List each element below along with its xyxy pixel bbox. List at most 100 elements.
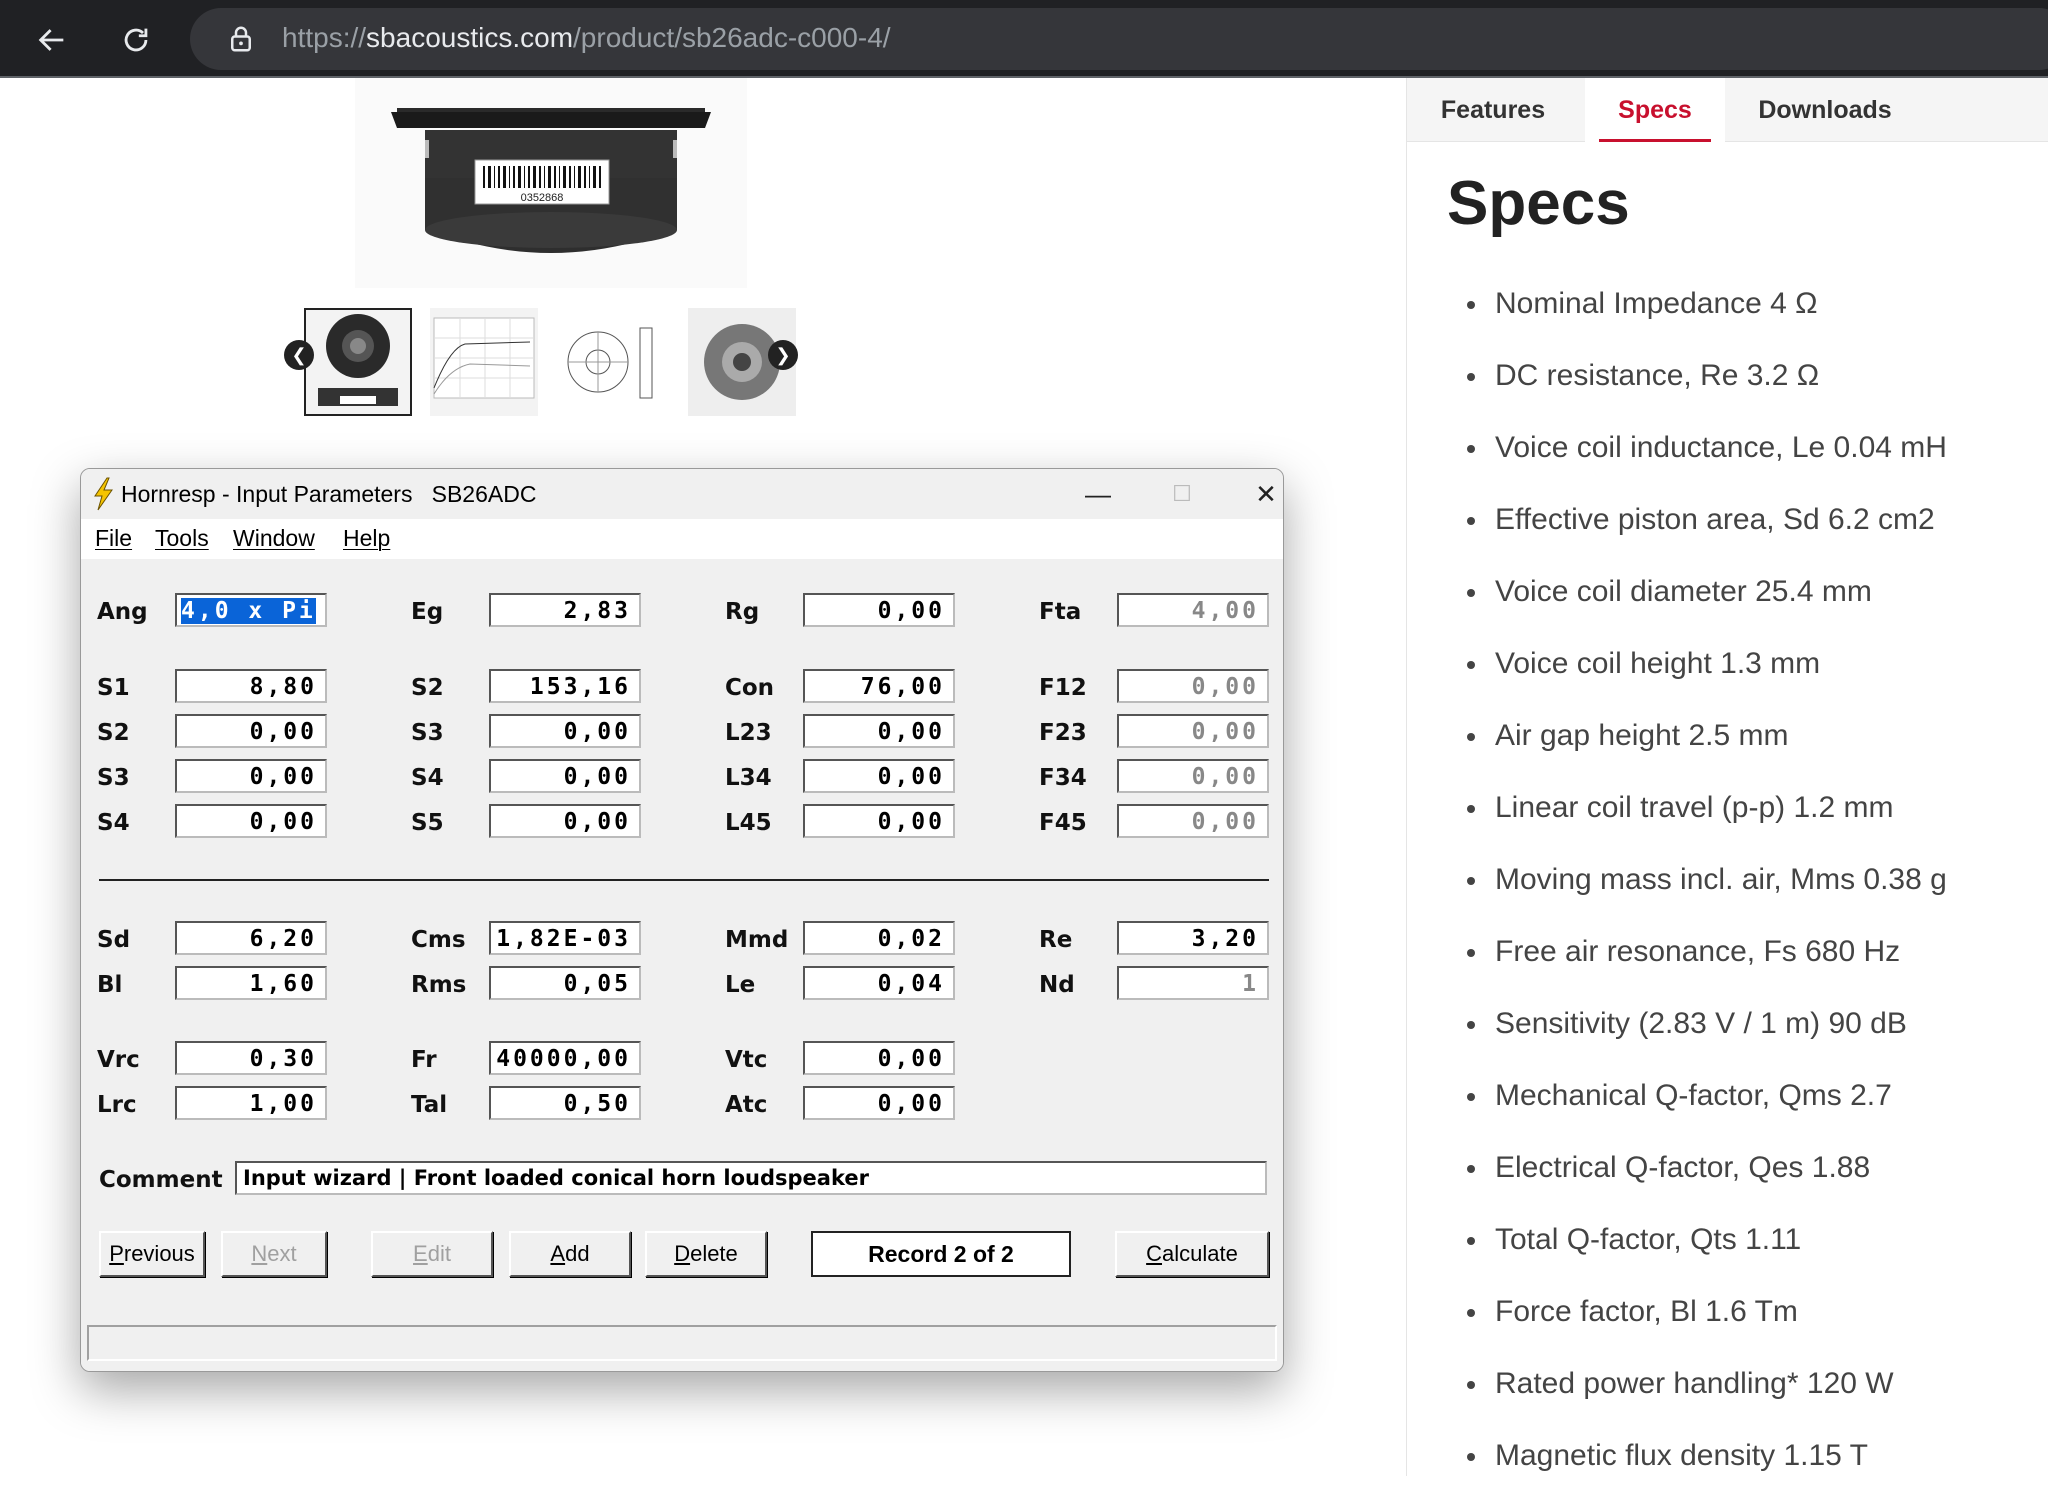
spec-list: Nominal Impedance 4 Ω DC resistance, Re … — [1467, 268, 1947, 1492]
field-f45[interactable]: 0,00 — [1117, 804, 1269, 838]
field-lrc[interactable]: 1,00 — [175, 1086, 327, 1120]
menu-help[interactable]: Help — [343, 525, 390, 552]
field-s1[interactable]: 8,80 — [175, 669, 327, 703]
label-s5: S5 — [411, 810, 444, 836]
field-l34[interactable]: 0,00 — [803, 759, 955, 793]
field-fta[interactable]: 4,00 — [1117, 593, 1269, 627]
field-vrc[interactable]: 0,30 — [175, 1041, 327, 1075]
minimize-button[interactable]: — — [1063, 475, 1133, 513]
spec-item: Voice coil inductance, Le 0.04 mH — [1467, 412, 1947, 484]
edit-button[interactable]: Edit — [371, 1231, 493, 1277]
field-s3-col2[interactable]: 0,00 — [489, 714, 641, 748]
label-s2: S2 — [97, 720, 130, 746]
label-vtc: Vtc — [725, 1047, 768, 1073]
label-s2-col2: S2 — [411, 675, 444, 701]
field-mmd[interactable]: 0,02 — [803, 921, 955, 955]
label-comment: Comment — [99, 1167, 223, 1193]
menu-tools[interactable]: Tools — [155, 525, 209, 552]
field-tal[interactable]: 0,50 — [489, 1086, 641, 1120]
hornresp-form: Ang 4,0 x Pi Eg 2,83 Rg 0,00 Fta 4,00 S1… — [81, 559, 1283, 1371]
field-atc[interactable]: 0,00 — [803, 1086, 955, 1120]
next-button[interactable]: Next — [221, 1231, 327, 1277]
field-s4-col2[interactable]: 0,00 — [489, 759, 641, 793]
record-indicator: Record 2 of 2 — [811, 1231, 1071, 1277]
label-tal: Tal — [411, 1092, 448, 1118]
add-button[interactable]: Add — [509, 1231, 631, 1277]
reload-button[interactable] — [112, 16, 160, 64]
tab-specs[interactable]: Specs — [1585, 78, 1725, 142]
field-ang[interactable]: 4,0 x Pi — [175, 593, 327, 627]
thumbnail-front[interactable] — [304, 308, 412, 416]
field-f12[interactable]: 0,00 — [1117, 669, 1269, 703]
field-eg[interactable]: 2,83 — [489, 593, 641, 627]
thumb-prev-button[interactable]: ❮ — [284, 340, 314, 370]
label-nd: Nd — [1039, 972, 1075, 998]
label-f12: F12 — [1039, 675, 1087, 701]
calculate-button[interactable]: Calculate — [1115, 1231, 1269, 1277]
field-s5[interactable]: 0,00 — [489, 804, 641, 838]
field-nd[interactable]: 1 — [1117, 966, 1269, 1000]
field-re[interactable]: 3,20 — [1117, 921, 1269, 955]
field-rms[interactable]: 0,05 — [489, 966, 641, 1000]
hornresp-titlebar[interactable]: Hornresp - Input Parameters SB26ADC — ☐ … — [81, 469, 1283, 519]
label-s4-col2: S4 — [411, 765, 444, 791]
maximize-button[interactable]: ☐ — [1147, 475, 1217, 513]
field-con[interactable]: 76,00 — [803, 669, 955, 703]
field-rg[interactable]: 0,00 — [803, 593, 955, 627]
field-cms[interactable]: 1,82E-03 — [489, 921, 641, 955]
address-bar[interactable]: https://sbacoustics.com/product/sb26adc-… — [190, 8, 2048, 70]
tab-features[interactable]: Features — [1407, 78, 1579, 142]
spec-item: Voice coil height 1.3 mm — [1467, 628, 1947, 700]
field-f34[interactable]: 0,00 — [1117, 759, 1269, 793]
delete-button[interactable]: Delete — [645, 1231, 767, 1277]
reload-icon — [124, 28, 148, 52]
field-l45[interactable]: 0,00 — [803, 804, 955, 838]
menu-window[interactable]: Window — [233, 525, 315, 552]
thumbnail-frequency-response[interactable] — [430, 308, 538, 416]
field-s3[interactable]: 0,00 — [175, 759, 327, 793]
back-button[interactable] — [28, 16, 76, 64]
label-atc: Atc — [725, 1092, 768, 1118]
field-l23[interactable]: 0,00 — [803, 714, 955, 748]
field-le[interactable]: 0,04 — [803, 966, 955, 1000]
previous-button[interactable]: Previous — [99, 1231, 205, 1277]
spec-item: Rated power handling* 120 W — [1467, 1348, 1947, 1420]
comment-field[interactable]: Input wizard | Front loaded conical horn… — [235, 1161, 1267, 1195]
thumb-next-button[interactable]: ❯ — [768, 340, 798, 370]
lock-icon — [231, 26, 251, 52]
spec-item: DC resistance, Re 3.2 Ω — [1467, 340, 1947, 412]
tab-downloads[interactable]: Downloads — [1725, 78, 1925, 142]
field-vtc[interactable]: 0,00 — [803, 1041, 955, 1075]
label-con: Con — [725, 675, 775, 701]
field-s4[interactable]: 0,00 — [175, 804, 327, 838]
spec-item: Nominal Impedance 4 Ω — [1467, 268, 1947, 340]
label-rms: Rms — [411, 972, 467, 998]
label-l23: L23 — [725, 720, 772, 746]
field-fr[interactable]: 40000,00 — [489, 1041, 641, 1075]
label-f23: F23 — [1039, 720, 1087, 746]
label-mmd: Mmd — [725, 927, 789, 953]
label-s3: S3 — [97, 765, 130, 791]
menu-file[interactable]: File — [95, 525, 132, 552]
product-thumbnails: ❮ ❯ — [284, 306, 800, 418]
field-sd[interactable]: 6,20 — [175, 921, 327, 955]
field-bl[interactable]: 1,60 — [175, 966, 327, 1000]
label-cms: Cms — [411, 927, 466, 953]
spec-item: Effective piston area, Sd 6.2 cm2 — [1467, 484, 1947, 556]
product-main-image[interactable]: 0352868 — [355, 78, 747, 288]
field-f23[interactable]: 0,00 — [1117, 714, 1269, 748]
label-l34: L34 — [725, 765, 772, 791]
field-s2[interactable]: 0,00 — [175, 714, 327, 748]
barcode-number: 0352868 — [521, 192, 564, 204]
close-button[interactable]: ✕ — [1231, 475, 1283, 513]
chevron-right-icon: ❯ — [775, 344, 791, 365]
label-s1: S1 — [97, 675, 130, 701]
field-s2-col2[interactable]: 153,16 — [489, 669, 641, 703]
url-text: https://sbacoustics.com/product/sb26adc-… — [282, 22, 891, 53]
thumbnail-drawing[interactable] — [558, 308, 666, 416]
spec-item: Magnetic flux density 1.15 T — [1467, 1420, 1947, 1492]
spec-item: Free air resonance, Fs 680 Hz — [1467, 916, 1947, 988]
label-f45: F45 — [1039, 810, 1087, 836]
spec-item: Sensitivity (2.83 V / 1 m) 90 dB — [1467, 988, 1947, 1060]
spec-item: Linear coil travel (p-p) 1.2 mm — [1467, 772, 1947, 844]
